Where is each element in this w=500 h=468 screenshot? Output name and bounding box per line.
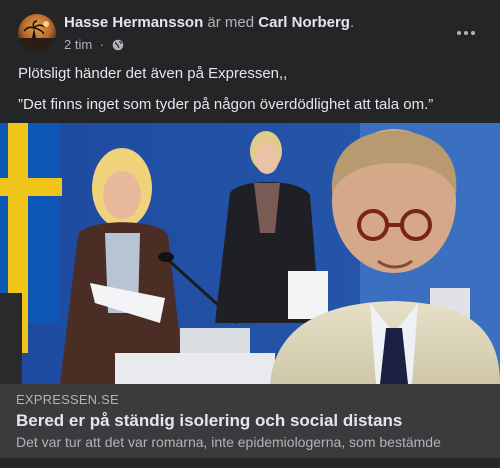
meta-separator: · <box>96 37 108 52</box>
post-text-line-2: ”Det finns inget som tyder på någon över… <box>18 96 434 113</box>
link-preview[interactable]: EXPRESSEN.SE Bered er på ständig isoleri… <box>0 384 500 458</box>
link-title[interactable]: Bered er på ständig isolering och social… <box>16 411 402 431</box>
post-meta: 2 tim · <box>64 37 124 52</box>
with-text: är med <box>203 14 259 31</box>
link-description: Det var tur att det var romarna, inte ep… <box>16 434 441 450</box>
press-conference-photo <box>0 123 500 384</box>
author-name[interactable]: Hasse Hermansson <box>64 14 203 31</box>
post-time[interactable]: 2 tim <box>64 37 92 52</box>
post-text: Plötsligt händer det även på Expressen,,… <box>18 64 488 126</box>
post-text-line-1: Plötsligt händer det även på Expressen,, <box>18 65 288 82</box>
post-footer-gap <box>0 458 500 468</box>
link-preview-image[interactable] <box>0 123 500 384</box>
more-dots-icon <box>457 31 461 35</box>
post-header: Hasse Hermansson är med Carl Norberg. 2 … <box>0 0 500 62</box>
more-options-button[interactable] <box>452 20 480 46</box>
tagged-suffix: . <box>349 14 355 31</box>
author-line: Hasse Hermansson är med Carl Norberg. <box>64 14 354 31</box>
link-domain: EXPRESSEN.SE <box>16 392 119 407</box>
globe-icon[interactable] <box>112 39 124 51</box>
tagged-name[interactable]: Carl Norberg <box>258 14 350 31</box>
facebook-post: Hasse Hermansson är med Carl Norberg. 2 … <box>0 0 500 468</box>
author-avatar[interactable] <box>18 14 56 52</box>
